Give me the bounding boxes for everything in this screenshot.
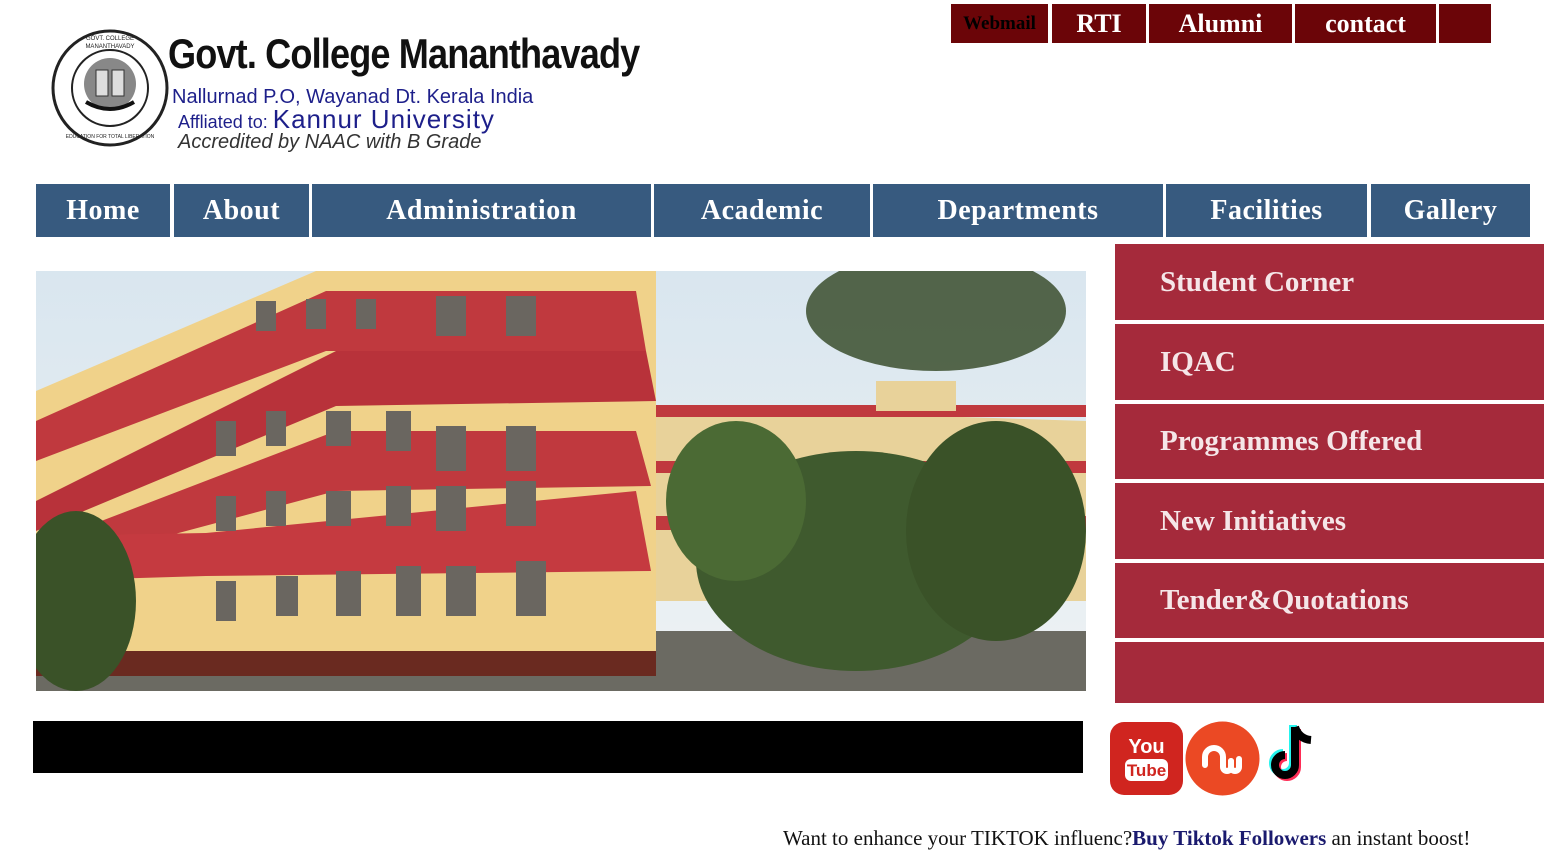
rti-link[interactable]: RTI [1052, 4, 1146, 43]
stumbleupon-icon[interactable] [1185, 721, 1260, 796]
side-item-student-corner[interactable]: Student Corner [1115, 244, 1544, 320]
nav-home[interactable]: Home [36, 184, 170, 237]
tiktok-icon[interactable] [1265, 721, 1325, 789]
side-item-new-initiatives[interactable]: New Initiatives [1115, 483, 1544, 559]
promo-text: Want to enhance your TIKTOK influenc?Buy… [783, 826, 1470, 851]
nav-academic[interactable]: Academic [654, 184, 870, 237]
side-item-blank[interactable] [1115, 642, 1544, 703]
blank-top-link[interactable] [1439, 4, 1491, 43]
college-name: Govt. College Mananthavady [168, 30, 640, 77]
youtube-text-bottom: Tube [1127, 761, 1166, 780]
accreditation: Accredited by NAAC with B Grade [178, 131, 482, 153]
campus-photo [36, 271, 1086, 691]
side-item-iqac[interactable]: IQAC [1115, 324, 1544, 400]
college-logo: GOVT. COLLEGE MANANTHAVADY EDUCATION FOR… [51, 29, 169, 147]
nav-administration[interactable]: Administration [312, 184, 651, 237]
promo-suffix: an instant boost! [1326, 826, 1471, 850]
affiliation-university: Kannur University [272, 104, 495, 134]
nav-facilities[interactable]: Facilities [1166, 184, 1367, 237]
nav-departments[interactable]: Departments [873, 184, 1163, 237]
contact-link[interactable]: contact [1295, 4, 1436, 43]
nav-about[interactable]: About [174, 184, 309, 237]
ticker-bar [33, 721, 1083, 773]
logo-ring-bottom: EDUCATION FOR TOTAL LIBERATION [66, 134, 155, 140]
side-item-programmes-offered[interactable]: Programmes Offered [1115, 404, 1544, 479]
side-item-tender-quotations[interactable]: Tender&Quotations [1115, 563, 1544, 638]
nav-gallery[interactable]: Gallery [1371, 184, 1530, 237]
promo-prefix: Want to enhance your TIKTOK influenc? [783, 826, 1133, 850]
alumni-link[interactable]: Alumni [1149, 4, 1292, 43]
buy-tiktok-followers-link[interactable]: Buy Tiktok Followers [1132, 826, 1326, 850]
youtube-icon[interactable]: You Tube [1109, 721, 1184, 796]
youtube-text-top: You [1128, 736, 1164, 758]
affiliation-prefix: Affliated to: [178, 112, 273, 132]
logo-ring-top: GOVT. COLLEGE [86, 36, 134, 42]
logo-ring-top2: MANANTHAVADY [85, 44, 134, 50]
webmail-link[interactable]: Webmail [951, 4, 1048, 43]
